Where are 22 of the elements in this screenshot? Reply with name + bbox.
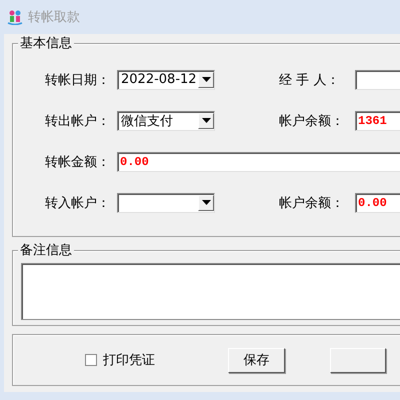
checkbox[interactable]	[85, 354, 97, 366]
amount-field[interactable]: 0.00	[355, 192, 400, 212]
save-button[interactable]: 保存	[228, 348, 285, 372]
amount-field[interactable]: 1361	[355, 110, 400, 130]
group-title: 基本信息	[18, 36, 74, 51]
amount-field[interactable]: 0.00	[117, 152, 400, 172]
field-label: 转入帐户：	[45, 194, 111, 212]
field-label: 转出帐户：	[45, 112, 111, 130]
group-title: 备注信息	[18, 243, 74, 258]
checkbox-label: 打印凭证	[103, 352, 155, 369]
app-icon	[7, 9, 23, 25]
dropdown-field[interactable]: 微信支付	[117, 110, 215, 130]
dropdown-field[interactable]	[117, 192, 215, 212]
window-title: 转帐取款	[28, 9, 80, 26]
remarks-field[interactable]	[21, 263, 400, 320]
field-label: 帐户余额：	[279, 112, 345, 130]
button[interactable]	[330, 348, 386, 372]
dropdown-field[interactable]: 2022-08-12	[117, 70, 215, 90]
field-label: 帐户余额：	[279, 194, 345, 212]
field-label: 转帐日期：	[45, 72, 111, 88]
field-label: 转帐金额：	[45, 154, 111, 170]
field-label: 经 手 人：	[279, 72, 340, 88]
